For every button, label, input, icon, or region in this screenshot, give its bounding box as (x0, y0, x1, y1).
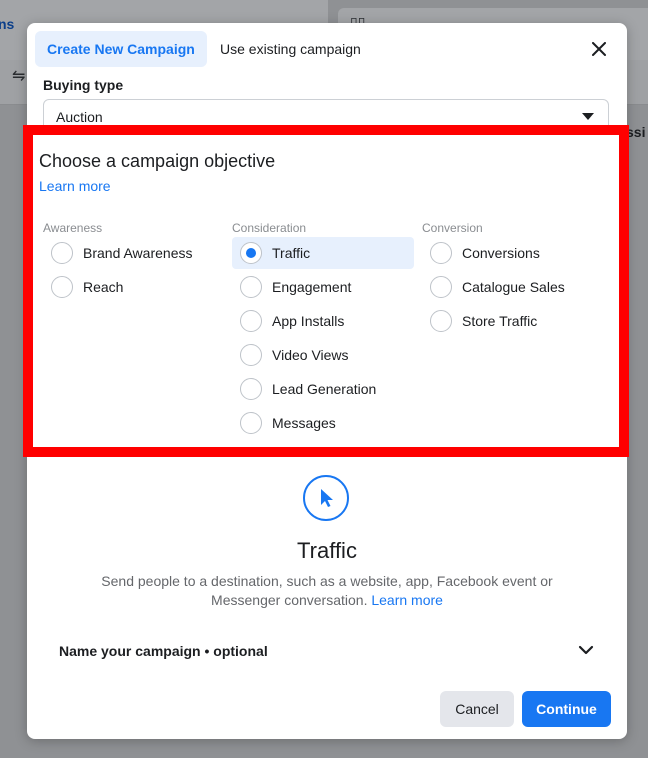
campaign-objective-section: Choose a campaign objective Learn more A… (23, 125, 629, 457)
background-edit-icon: ⇋ (12, 68, 26, 85)
radio-button (240, 344, 262, 366)
objective-option-reach[interactable]: Reach (43, 271, 218, 303)
option-label: Conversions (462, 245, 540, 261)
radio-button (51, 242, 73, 264)
radio-button (430, 310, 452, 332)
option-label: Messages (272, 415, 336, 431)
column-heading-awareness: Awareness (43, 221, 103, 235)
option-label: Traffic (272, 245, 311, 261)
objective-option-traffic[interactable]: Traffic (232, 237, 414, 269)
option-label: Catalogue Sales (462, 279, 565, 295)
objective-option-lead-generation[interactable]: Lead Generation (232, 373, 414, 405)
objective-option-messages[interactable]: Messages (232, 407, 414, 439)
chevron-down-icon[interactable] (577, 641, 595, 659)
buying-type-label: Buying type (43, 77, 124, 93)
radio-button (430, 242, 452, 264)
cursor-icon (303, 475, 349, 521)
objective-option-catalogue-sales[interactable]: Catalogue Sales (422, 271, 607, 303)
tab-create-new-campaign[interactable]: Create New Campaign (35, 31, 207, 67)
background-partial-text: ns (0, 16, 15, 32)
name-campaign-label[interactable]: Name your campaign • optional (59, 643, 268, 659)
option-label: Lead Generation (272, 381, 377, 397)
radio-button (430, 276, 452, 298)
buying-type-value: Auction (56, 109, 103, 125)
continue-button[interactable]: Continue (522, 691, 611, 727)
objective-option-video-views[interactable]: Video Views (232, 339, 414, 371)
tab-use-existing-campaign[interactable]: Use existing campaign (208, 31, 373, 67)
cancel-button[interactable]: Cancel (440, 691, 514, 727)
radio-button (240, 276, 262, 298)
option-label: Video Views (272, 347, 349, 363)
option-label: Reach (83, 279, 124, 295)
close-icon (592, 42, 606, 56)
radio-button (240, 412, 262, 434)
column-heading-conversion: Conversion (422, 221, 483, 235)
radio-button (240, 310, 262, 332)
option-label: Engagement (272, 279, 352, 295)
objective-title: Choose a campaign objective (39, 151, 276, 171)
radio-button-selected (240, 242, 262, 264)
objective-detail-learn-more-link[interactable]: Learn more (371, 592, 443, 608)
objective-detail-description: Send people to a destination, such as a … (97, 572, 557, 610)
radio-button (240, 378, 262, 400)
radio-button (51, 276, 73, 298)
objective-option-store-traffic[interactable]: Store Traffic (422, 305, 607, 337)
option-label: Brand Awareness (83, 245, 193, 261)
objective-detail-text: Send people to a destination, such as a … (101, 573, 553, 608)
objective-option-brand-awareness[interactable]: Brand Awareness (43, 237, 218, 269)
objective-option-app-installs[interactable]: App Installs (232, 305, 414, 337)
objective-option-engagement[interactable]: Engagement (232, 271, 414, 303)
column-heading-consideration: Consideration (232, 221, 307, 235)
create-campaign-dialog: Create New Campaign Use existing campaig… (23, 23, 629, 739)
option-label: App Installs (272, 313, 345, 329)
caret-down-icon (582, 113, 594, 120)
objective-learn-more-link[interactable]: Learn more (39, 178, 111, 194)
close-button[interactable] (587, 37, 611, 61)
objective-option-conversions[interactable]: Conversions (422, 237, 607, 269)
objective-detail-title: Traffic (297, 538, 357, 563)
option-label: Store Traffic (462, 313, 538, 329)
